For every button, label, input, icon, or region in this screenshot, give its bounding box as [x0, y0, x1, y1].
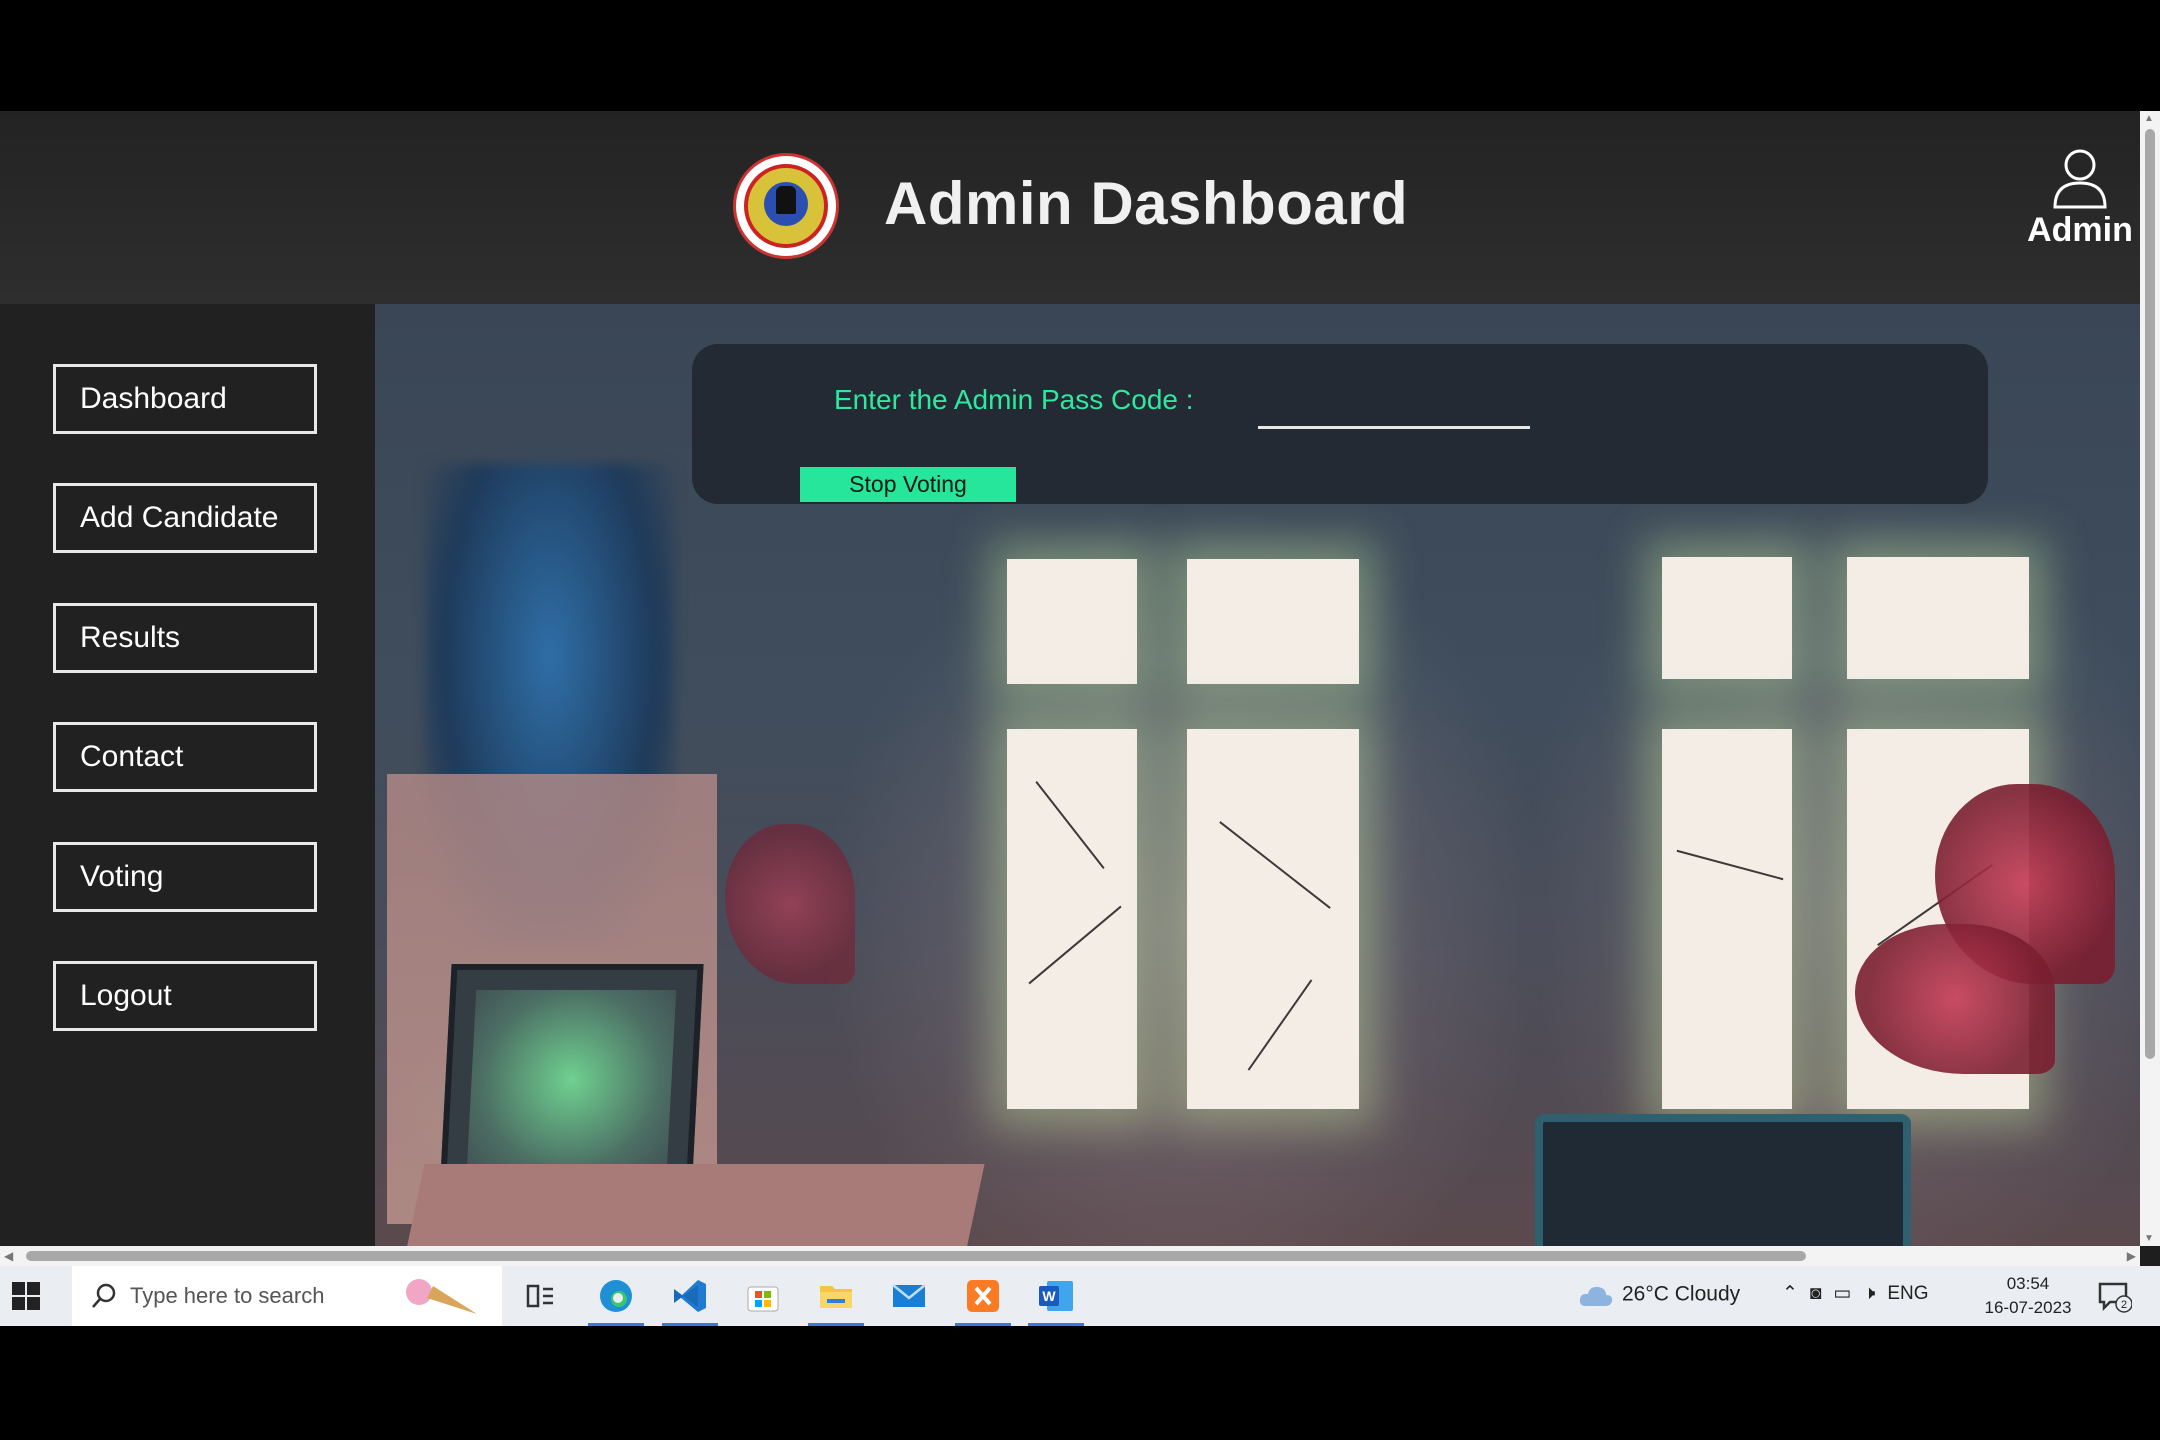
edge-icon[interactable] [588, 1276, 644, 1326]
admin-label: Admin [2027, 211, 2133, 249]
scroll-down-icon[interactable]: ▼ [2144, 1233, 2154, 1244]
vertical-scrollbar[interactable]: ▲ ▼ [2140, 111, 2160, 1246]
vertical-scroll-thumb[interactable] [2145, 129, 2155, 1059]
mail-icon[interactable] [889, 1276, 929, 1316]
time-text: 03:54 [2006, 1274, 2050, 1293]
notification-icon[interactable]: 2 [2096, 1278, 2133, 1314]
volume-muted-icon[interactable]: 🕨 [1863, 1283, 1875, 1305]
sidebar-item-dashboard[interactable]: Dashboard [53, 364, 317, 434]
date-text: 16-07-2023 [1984, 1298, 2072, 1317]
college-logo [736, 156, 836, 256]
file-explorer-icon[interactable] [808, 1276, 864, 1326]
main-content: Enter the Admin Pass Code : Stop Voting [375, 304, 2140, 1246]
header-bar: Admin Dashboard Admin [0, 111, 2140, 304]
horizontal-scroll-thumb[interactable] [26, 1251, 1806, 1261]
sidebar-item-results[interactable]: Results [53, 603, 317, 673]
camera-icon[interactable]: ◙ [1810, 1283, 1821, 1305]
network-icon[interactable]: ▭ [1833, 1282, 1851, 1305]
admin-profile[interactable]: Admin [2020, 145, 2140, 250]
ice-cream-icon [406, 1279, 477, 1314]
page-title: Admin Dashboard [884, 170, 1409, 237]
scroll-up-icon[interactable]: ▲ [2144, 113, 2154, 124]
user-icon [2053, 149, 2107, 209]
sidebar-item-contact[interactable]: Contact [53, 722, 317, 792]
sidebar-item-voting[interactable]: Voting [53, 842, 317, 912]
taskbar-search[interactable]: Type here to search [72, 1266, 502, 1326]
sidebar: Dashboard Add Candidate Results Contact … [0, 304, 375, 1246]
language-indicator[interactable]: ENG [1887, 1283, 1928, 1305]
chevron-up-icon[interactable]: ⌃ [1782, 1282, 1798, 1305]
system-tray: ⌃ ◙ ▭ 🕨 ENG [1782, 1282, 1929, 1305]
app-window: Admin Dashboard Admin Dashboard Add Cand… [0, 111, 2160, 1326]
svg-text:W: W [1042, 1288, 1056, 1304]
stop-voting-button[interactable]: Stop Voting [800, 467, 1016, 502]
passcode-label: Enter the Admin Pass Code : [834, 384, 1194, 415]
task-view-icon[interactable] [520, 1276, 560, 1316]
scroll-left-icon[interactable]: ◀ [4, 1249, 13, 1263]
weather-text: 26°C Cloudy [1622, 1282, 1741, 1306]
passcode-input[interactable] [1258, 388, 1530, 429]
search-placeholder: Type here to search [130, 1283, 325, 1308]
windows-start-icon[interactable] [10, 1280, 42, 1312]
word-icon[interactable]: W [1028, 1276, 1084, 1326]
clock[interactable]: 03:54 16-07-2023 [1968, 1272, 2088, 1320]
sidebar-item-logout[interactable]: Logout [53, 961, 317, 1031]
search-icon [92, 1283, 116, 1308]
passcode-panel: Enter the Admin Pass Code : Stop Voting [692, 344, 1988, 504]
xampp-icon[interactable] [955, 1276, 1011, 1326]
taskbar: Type here to search W 26°C Cloudy ⌃ ◙ ▭ … [0, 1266, 2160, 1326]
scroll-right-icon[interactable]: ▶ [2127, 1249, 2136, 1263]
sidebar-item-add-candidate[interactable]: Add Candidate [53, 483, 317, 553]
horizontal-scrollbar[interactable]: ◀ ▶ [0, 1246, 2140, 1266]
vscode-icon[interactable] [662, 1276, 718, 1326]
notification-count: 2 [2121, 1299, 2127, 1311]
cloud-icon [1579, 1286, 1613, 1306]
weather-widget[interactable]: 26°C Cloudy [1578, 1282, 1740, 1308]
store-icon[interactable] [743, 1276, 783, 1316]
